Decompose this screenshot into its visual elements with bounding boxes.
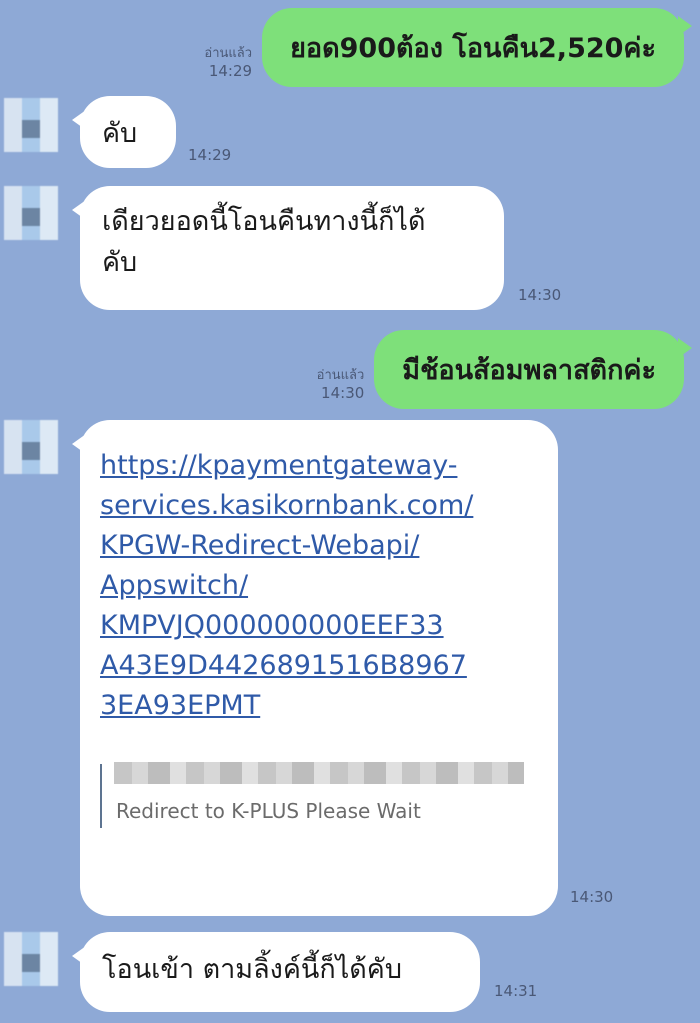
message-time: 14:30 (518, 286, 562, 304)
sender-avatar[interactable] (4, 420, 58, 474)
message-time: 14:29 (188, 146, 232, 164)
message-line: เดียวยอดนี้โอนคืนทางนี้ก็ได้ (102, 206, 426, 237)
chat-view[interactable]: อ่านแล้ว 14:29 ยอด900ต้อง โอนคืน2,520ค่ะ… (0, 0, 700, 1023)
message-bubble[interactable]: มีช้อนส้อมพลาสติกค่ะ (374, 330, 692, 409)
message-time: 14:30 (321, 384, 365, 403)
message-bubble[interactable]: ยอด900ต้อง โอนคืน2,520ค่ะ (262, 8, 692, 87)
read-receipt: อ่านแล้ว (316, 368, 365, 383)
read-receipt: อ่านแล้ว (204, 46, 253, 61)
message-bubble[interactable]: คับ (72, 96, 176, 168)
message-bubble[interactable]: เดียวยอดนี้โอนคืนทางนี้ก็ได้ คับ (72, 186, 504, 310)
sender-avatar[interactable] (4, 186, 58, 240)
link-line[interactable]: services.kasikornbank.com/ (100, 486, 538, 526)
link-preview[interactable]: Redirect to K-PLUS Please Wait (100, 761, 538, 828)
preview-description: Redirect to K-PLUS Please Wait (116, 798, 421, 823)
message-bubble[interactable]: โอนเข้า ตามลิ้งค์นี้ก็ได้คับ (72, 932, 480, 1012)
link-line[interactable]: A43E9D4426891516B8967 (100, 646, 538, 686)
message-time: 14:31 (494, 982, 538, 1000)
message-meta: อ่านแล้ว 14:29 (204, 46, 252, 81)
message-time: 14:29 (208, 62, 253, 81)
link-line[interactable]: https://kpaymentgateway- (100, 446, 538, 486)
link-line[interactable]: 3EA93EPMT (100, 686, 538, 726)
link-line[interactable]: KMPVJQ000000000EEF33 (100, 606, 538, 646)
message-line: คับ (102, 246, 138, 278)
preview-title-redacted (114, 761, 524, 784)
sender-avatar[interactable] (4, 932, 58, 986)
preview-accent-bar (100, 763, 102, 828)
sender-avatar[interactable] (4, 98, 58, 152)
message-outgoing: อ่านแล้ว 14:30 มีช้อนส้อมพลาสติกค่ะ (317, 330, 692, 409)
message-meta: อ่านแล้ว 14:30 (317, 368, 365, 403)
message-time: 14:30 (570, 888, 614, 906)
link-message-bubble: https://kpaymentgateway- services.kasiko… (72, 420, 558, 916)
link-line[interactable]: Appswitch/ (100, 566, 538, 606)
link-line[interactable]: KPGW-Redirect-Webapi/ (100, 526, 538, 566)
message-outgoing: อ่านแล้ว 14:29 ยอด900ต้อง โอนคืน2,520ค่ะ (204, 8, 692, 87)
